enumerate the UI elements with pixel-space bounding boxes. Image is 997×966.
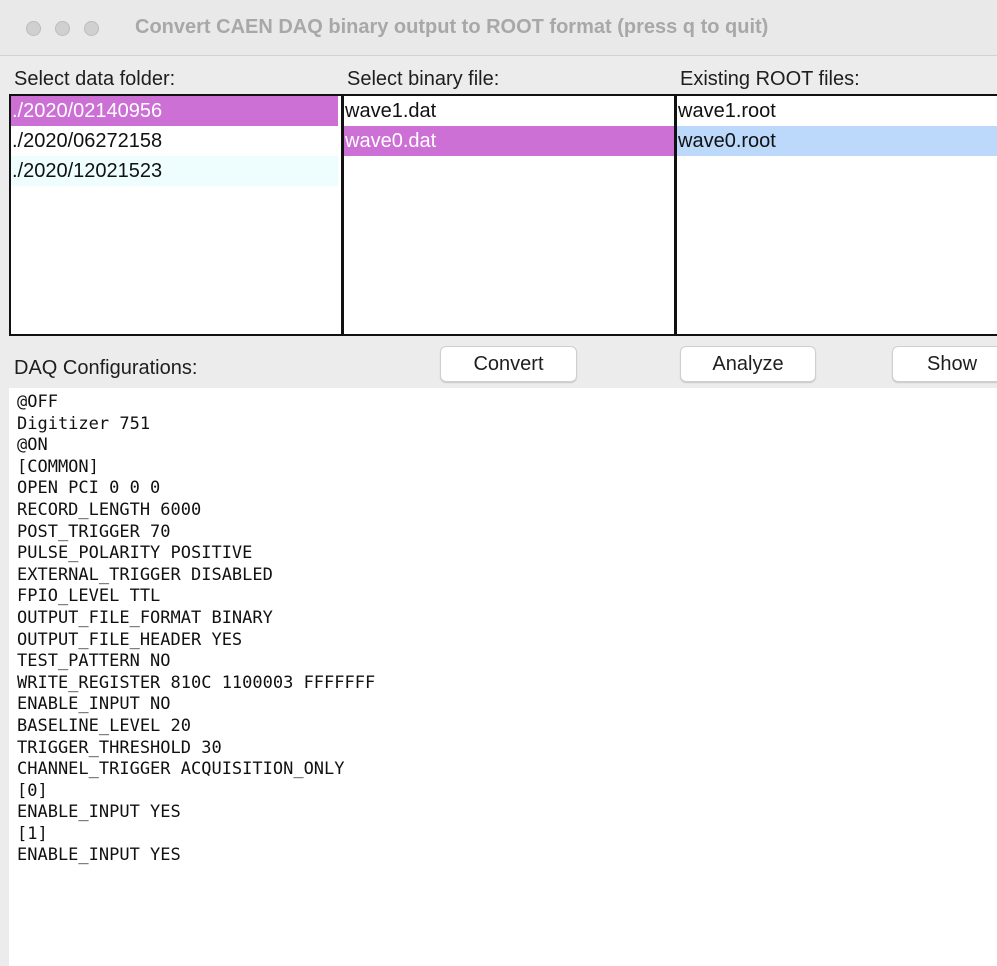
config-line: OUTPUT_FILE_FORMAT BINARY (17, 607, 273, 628)
config-line: OPEN PCI 0 0 0 (17, 478, 161, 499)
config-line: TRIGGER_THRESHOLD 30 (17, 737, 222, 758)
show-button[interactable]: Show (892, 346, 997, 382)
config-line: WRITE_REGISTER 810C 1100003 FFFFFFF (17, 672, 376, 693)
config-line: POST_TRIGGER 70 (17, 521, 171, 542)
daq-config-textarea[interactable]: @OFF Digitizer 751 @ON [COMMON] OPEN PCI… (9, 388, 997, 966)
binary-file-listbox[interactable]: wave1.dat wave0.dat (342, 94, 676, 336)
config-line: OUTPUT_FILE_HEADER YES (17, 629, 243, 650)
config-line: BASELINE_LEVEL 20 (17, 715, 191, 736)
folder-list-label: Select data folder: (14, 68, 176, 90)
folder-listbox[interactable]: ./2020/02140956 ./2020/06272158 ./2020/1… (9, 94, 343, 336)
daq-config-label: DAQ Configurations: (14, 357, 198, 379)
binary-file-item[interactable]: wave0.dat (344, 126, 674, 156)
root-file-listbox[interactable]: wave1.root wave0.root (675, 94, 997, 336)
analyze-button[interactable]: Analyze (680, 346, 816, 382)
config-line: ENABLE_INPUT NO (17, 694, 171, 715)
config-line: RECORD_LENGTH 6000 (17, 499, 202, 520)
binary-file-item[interactable]: wave1.dat (344, 96, 674, 126)
config-line: [0] (17, 780, 48, 801)
config-line: ENABLE_INPUT YES (17, 845, 181, 866)
config-line: EXTERNAL_TRIGGER DISABLED (17, 564, 273, 585)
binary-list-label: Select binary file: (347, 68, 500, 90)
folder-item[interactable]: ./2020/12021523 (11, 156, 338, 186)
close-window-icon[interactable] (26, 21, 41, 36)
config-line: Digitizer 751 (17, 413, 151, 434)
config-line: FPIO_LEVEL TTL (17, 586, 161, 607)
zoom-window-icon[interactable] (84, 21, 99, 36)
convert-button[interactable]: Convert (440, 346, 577, 382)
root-file-item[interactable]: wave1.root (677, 96, 997, 126)
root-list-label: Existing ROOT files: (680, 68, 860, 90)
minimize-window-icon[interactable] (55, 21, 70, 36)
config-line: CHANNEL_TRIGGER ACQUISITION_ONLY (17, 759, 345, 780)
config-line: [1] (17, 823, 48, 844)
config-line: [COMMON] (17, 456, 99, 477)
config-line: @ON (17, 435, 48, 456)
config-line: ENABLE_INPUT YES (17, 802, 181, 823)
config-line: PULSE_POLARITY POSITIVE (17, 543, 253, 564)
title-bar[interactable]: Convert CAEN DAQ binary output to ROOT f… (0, 0, 997, 56)
root-file-item[interactable]: wave0.root (677, 126, 997, 156)
config-line: TEST_PATTERN NO (17, 651, 171, 672)
window-title: Convert CAEN DAQ binary output to ROOT f… (135, 16, 769, 38)
folder-item[interactable]: ./2020/06272158 (11, 126, 338, 156)
config-line: @OFF (17, 392, 58, 412)
folder-item[interactable]: ./2020/02140956 (11, 96, 338, 126)
app-window: Convert CAEN DAQ binary output to ROOT f… (0, 0, 997, 966)
